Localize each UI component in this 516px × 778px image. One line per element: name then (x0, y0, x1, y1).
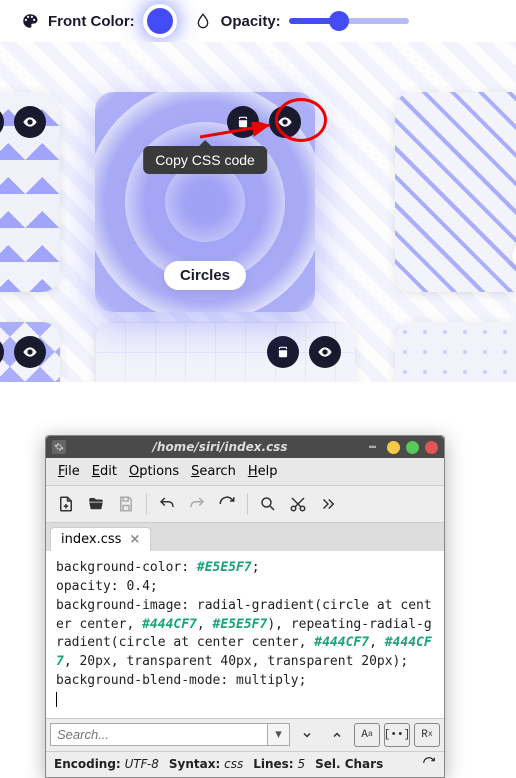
tab-close-icon[interactable]: × (129, 532, 140, 547)
syntax-label: Syntax: (169, 757, 220, 771)
pattern-card[interactable]: Dia (395, 92, 516, 292)
reload-button[interactable] (213, 490, 241, 518)
menu-edit[interactable]: Edit (88, 462, 121, 481)
droplet-icon (193, 11, 213, 31)
menubar: File Edit Options Search Help (46, 458, 444, 486)
redo-button[interactable] (183, 490, 211, 518)
copy-css-button[interactable] (227, 106, 259, 138)
top-controls: Front Color: Opacity: (0, 0, 516, 42)
preview-button[interactable] (14, 106, 46, 138)
syntax-value: css (224, 757, 243, 771)
whole-word-button[interactable]: [••] (384, 723, 410, 747)
reload-icon[interactable] (422, 756, 436, 773)
preview-button[interactable] (309, 336, 341, 368)
preview-button[interactable] (14, 336, 46, 368)
regex-button[interactable]: Rx (414, 723, 440, 747)
new-file-button[interactable] (52, 490, 80, 518)
search-history-dropdown[interactable]: ▾ (268, 723, 290, 746)
window-title: /home/siri/index.css (72, 440, 368, 454)
more-button[interactable] (314, 490, 342, 518)
pattern-card-circles[interactable]: Copy CSS code Circles (95, 92, 315, 312)
opacity-slider[interactable] (289, 15, 409, 27)
search-input[interactable] (50, 723, 268, 746)
menu-options[interactable]: Options (125, 462, 183, 481)
undo-button[interactable] (153, 490, 181, 518)
find-next-button[interactable] (294, 723, 320, 747)
sel-label: Sel. Chars (315, 757, 383, 771)
preview-button[interactable] (269, 106, 301, 138)
open-file-button[interactable] (82, 490, 110, 518)
lines-value: 5 (297, 757, 305, 771)
toolbar (46, 486, 444, 523)
pattern-card[interactable] (0, 322, 60, 382)
save-button[interactable] (112, 490, 140, 518)
palette-icon (20, 11, 40, 31)
opacity-label: Opacity: (221, 13, 281, 30)
titlebar[interactable]: /home/siri/index.css – (46, 436, 444, 458)
encoding-label: Encoding: (54, 757, 121, 771)
code-editor[interactable]: background-color: #E5E5F7; opacity: 0.4;… (46, 551, 444, 718)
find-button[interactable] (254, 490, 282, 518)
close-dot[interactable] (425, 441, 438, 454)
minimize-button[interactable]: – (368, 442, 381, 452)
front-color-swatch[interactable] (147, 8, 173, 34)
tab-label: index.css (61, 532, 121, 547)
copy-css-button[interactable] (267, 336, 299, 368)
gear-icon (52, 440, 66, 454)
minimize-dot[interactable] (387, 441, 400, 454)
lines-label: Lines: (253, 757, 293, 771)
statusbar: Encoding: UTF-8 Syntax: css Lines: 5 Sel… (46, 751, 444, 777)
menu-file[interactable]: File (54, 462, 84, 481)
pattern-card[interactable] (0, 92, 60, 292)
cut-button[interactable] (284, 490, 312, 518)
find-prev-button[interactable] (324, 723, 350, 747)
file-tab[interactable]: index.css × (50, 527, 151, 551)
findbar: ▾ Aa [••] Rx (46, 718, 444, 751)
copy-tooltip: Copy CSS code (143, 146, 267, 174)
menu-help[interactable]: Help (244, 462, 282, 481)
tabbar: index.css × (46, 523, 444, 551)
front-color-control: Front Color: (20, 8, 173, 34)
encoding-value: UTF-8 (125, 757, 159, 771)
pattern-name-label: Circles (164, 261, 246, 290)
pattern-card[interactable] (395, 322, 516, 382)
copy-css-button[interactable] (0, 106, 4, 138)
front-color-label: Front Color: (48, 13, 135, 30)
maximize-dot[interactable] (406, 441, 419, 454)
copy-css-button[interactable] (0, 336, 4, 368)
match-case-button[interactable]: Aa (354, 723, 380, 747)
pattern-card[interactable] (95, 322, 355, 382)
menu-search[interactable]: Search (187, 462, 240, 481)
editor-window: /home/siri/index.css – File Edit Options… (45, 435, 445, 778)
opacity-control: Opacity: (193, 11, 409, 31)
pattern-gallery: Copy CSS code Circles Dia (0, 42, 516, 382)
